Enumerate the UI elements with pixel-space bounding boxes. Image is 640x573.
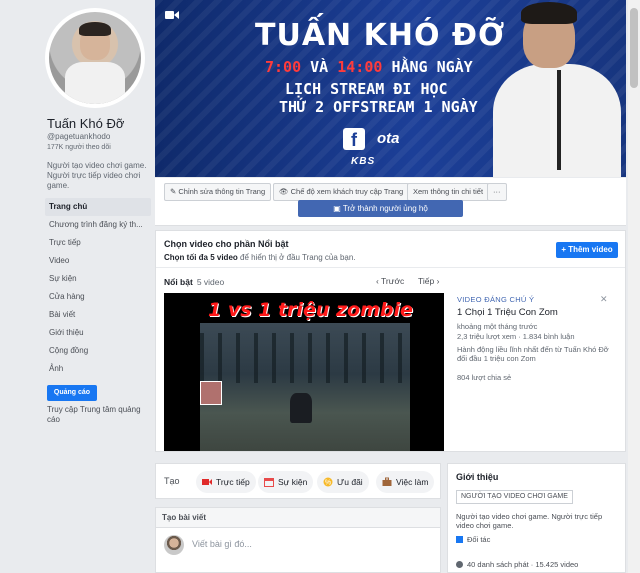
video-title[interactable]: 1 Chọi 1 Triệu Con Zom (457, 307, 558, 318)
video-overlay-title: 1 vs 1 triệu zombie (208, 299, 413, 321)
sidebar-item-posts[interactable]: Bài viết (45, 306, 151, 324)
featured-title: Chọn video cho phần Nổi bật (164, 239, 289, 249)
cover-time-1: 7:00 (265, 58, 302, 76)
about-description: Người tạo video chơi game. Người trực ti… (456, 512, 603, 530)
more-options-button[interactable]: ··· (487, 183, 507, 201)
create-post-header: Tạo bài viết (156, 508, 440, 528)
prev-label: Trước (381, 276, 405, 286)
edit-page-info-button[interactable]: ✎ Chỉnh sửa thông tin Trang (164, 183, 272, 201)
sponsor-logo-2: KBS (351, 156, 376, 167)
page-title: Tuấn Khó Đỡ (47, 116, 125, 131)
featured-label: Nổi bật (164, 277, 193, 287)
create-label: Tạo (164, 476, 180, 486)
create-bar: Tạo Trực tiếp Sự kiện % Ưu đãi Việc làm (155, 463, 441, 499)
about-title: Giới thiệu (456, 472, 499, 482)
sidebar-item-videos[interactable]: Video (45, 252, 151, 270)
page-description: Người tạo video chơi game. Người trực ti… (47, 161, 147, 190)
cover-schedule-line: LỊCH STREAM ĐI HỌC (285, 80, 448, 98)
cover-time-2: 14:00 (337, 58, 383, 76)
tab-jobs-label: Việc làm (396, 477, 429, 487)
featured-subtitle-bold: Chọn tối đa 5 video (164, 253, 238, 262)
sidebar-item-community[interactable]: Cộng đồng (45, 342, 151, 360)
playlist-stats: 40 danh sách phát · 15.425 video (456, 560, 578, 569)
cover-daily: HẰNG NGÀY (391, 58, 473, 76)
streamer-cam (200, 381, 222, 405)
visitor-view-label: Chế độ xem khách truy cập Trang (290, 187, 404, 196)
page-handle[interactable]: @pagetuankhodo (47, 132, 110, 141)
facebook-logo: f (343, 128, 365, 150)
avatar (164, 535, 184, 555)
left-sidebar: + Tuấn Khó Đỡ @pagetuankhodo 177K người … (40, 0, 183, 573)
cover-title: TUẤN KHÓ ĐỠ (255, 18, 506, 53)
follower-count: 177K người theo dõi (47, 144, 111, 151)
video-stats: 2,3 triệu lượt xem · 1.834 bình luận (457, 332, 575, 341)
tab-offer-label: Ưu đãi (337, 477, 363, 487)
video-label: VIDEO ĐÁNG CHÚ Ý (457, 295, 535, 304)
sidebar-item-subscriptions[interactable]: Chương trình đăng ký th... (45, 216, 151, 234)
playlist-label: 40 danh sách phát · 15.425 video (467, 560, 579, 569)
next-button[interactable]: Tiếp › (418, 276, 439, 286)
game-character (290, 393, 312, 423)
become-supporter-label: Trở thành người ủng hộ (342, 204, 428, 213)
cover-photo[interactable]: TUẤN KHÓ ĐỠ 7:00 VÀ 14:00 HẰNG NGÀY LỊCH… (155, 0, 626, 177)
prev-button[interactable]: ‹ Trước (376, 276, 404, 286)
create-post-card: Tạo bài viết Viết bài gì đó... (155, 507, 441, 573)
featured-subtitle: Chọn tối đa 5 video để hiển thị ở đầu Tr… (164, 253, 356, 262)
tab-live-label: Trực tiếp (216, 477, 250, 487)
calendar-icon (264, 478, 274, 487)
featured-subtitle-rest: để hiển thị ở đầu Trang của bạn. (237, 253, 356, 262)
live-video-icon (202, 479, 212, 485)
video-date: khoảng một tháng trước (457, 322, 538, 331)
sidebar-item-live[interactable]: Trực tiếp (45, 234, 151, 252)
sidebar-item-events[interactable]: Sự kiện (45, 270, 151, 288)
add-video-button[interactable]: + Thêm video (556, 242, 618, 258)
featured-count: 5 video (196, 277, 225, 287)
divider (156, 267, 625, 268)
partner-label: Đối tác (467, 535, 491, 544)
scrollbar[interactable] (628, 0, 640, 573)
tab-jobs[interactable]: Việc làm (376, 471, 435, 493)
tab-event[interactable]: Sự kiện (258, 471, 314, 493)
ad-center-link[interactable]: Truy cập Trung tâm quảng cáo (47, 405, 147, 425)
next-label: Tiếp (418, 276, 435, 286)
sidebar-item-home[interactable]: Trang chủ (45, 198, 151, 216)
about-card: Giới thiệu NGƯỜI TẠO VIDEO CHƠI GAME Ngư… (447, 463, 626, 573)
ads-button[interactable]: Quảng cáo (47, 385, 97, 401)
offer-icon: % (323, 477, 333, 487)
view-insights-button[interactable]: Xem thông tin chi tiết (407, 183, 490, 201)
cover-person-image (487, 0, 626, 177)
sidebar-item-photos[interactable]: Ảnh (45, 360, 151, 378)
partner-icon (456, 536, 463, 543)
profile-picture[interactable] (45, 8, 145, 108)
sidebar-item-shop[interactable]: Cửa hàng (45, 288, 151, 306)
briefcase-icon (382, 477, 392, 486)
sidebar-nav: Trang chủ Chương trình đăng ký th... Trự… (45, 198, 151, 378)
become-supporter-button[interactable]: ▣ Trở thành người ủng hộ (298, 200, 463, 217)
scrollbar-thumb[interactable] (630, 8, 638, 88)
close-icon[interactable]: ✕ (600, 294, 608, 305)
visitor-view-button[interactable]: 👁 Chế độ xem khách truy cập Trang (273, 183, 410, 201)
edit-page-info-label: Chỉnh sửa thông tin Trang (178, 187, 266, 196)
partner-link[interactable]: Đối tác (456, 535, 490, 544)
category-tag[interactable]: NGƯỜI TẠO VIDEO CHƠI GAME (456, 490, 573, 504)
featured-videos-card: Chọn video cho phần Nổi bật Chọn tối đa … (155, 230, 626, 452)
video-shares: 804 lượt chia sẻ (457, 373, 512, 382)
cover-and: VÀ (310, 58, 329, 76)
sponsor-logo: ota (377, 130, 400, 147)
post-input[interactable]: Viết bài gì đó... (192, 539, 252, 549)
sidebar-item-about[interactable]: Giới thiệu (45, 324, 151, 342)
tab-offer[interactable]: % Ưu đãi (317, 471, 369, 493)
svg-text:%: % (325, 480, 331, 487)
featured-section-label: Nổi bật 5 video (164, 277, 224, 287)
cover-schedule: 7:00 VÀ 14:00 HẰNG NGÀY (265, 58, 473, 76)
profile-photo (49, 12, 141, 104)
video-camera-icon[interactable] (165, 10, 179, 20)
featured-video-player[interactable]: 1 vs 1 triệu zombie (164, 293, 444, 451)
playlist-icon (456, 561, 463, 568)
video-description: Hành động liều lĩnh nhất đến từ Tuấn Khó… (457, 345, 609, 363)
cover-offstream-line: THỨ 2 OFFSTREAM 1 NGÀY (279, 98, 478, 116)
tab-event-label: Sự kiện (278, 477, 308, 487)
tab-live[interactable]: Trực tiếp (196, 471, 256, 493)
